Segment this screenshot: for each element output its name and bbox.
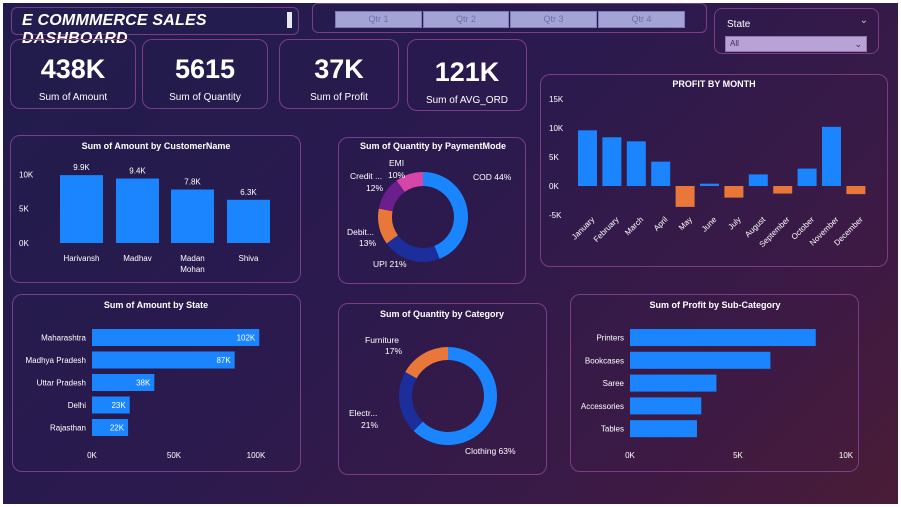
category-chart: Sum of Quantity by Category Clothing 63%…	[349, 309, 516, 456]
month-bar-december[interactable]	[846, 186, 866, 195]
month-bar-august[interactable]	[748, 174, 768, 186]
month-label-february: February	[592, 215, 621, 244]
cat-label-furniture: Furniture	[365, 335, 399, 345]
customer-data-label-harivansh: 9.9K	[73, 163, 90, 172]
category-slice-electr[interactable]	[399, 371, 423, 431]
subcategory-category-label-accessories: Accessories	[581, 402, 624, 411]
subcategory-category-label-printers: Printers	[596, 334, 624, 343]
month-ytick-5k: 5K	[549, 153, 559, 162]
state-xtick-0k: 0K	[87, 451, 97, 460]
month-bar-may[interactable]	[675, 186, 695, 207]
customer-chart-title: Sum of Amount by CustomerName	[82, 141, 231, 151]
pay-label-cod: COD 44%	[473, 172, 512, 182]
state-data-label-delhi: 23K	[111, 401, 126, 410]
month-bar-march[interactable]	[626, 141, 646, 186]
customer-ytick-0k: 0K	[19, 239, 29, 248]
pay-label-emi: EMI	[389, 158, 404, 168]
state-data-label-rajasthan: 22K	[110, 424, 125, 433]
subcategory-xtick-10k: 10K	[839, 451, 854, 460]
state-xtick-50k: 50K	[167, 451, 182, 460]
pay-label-credit: Credit ...	[350, 171, 382, 181]
subcategory-bar-bookcases[interactable]	[630, 351, 771, 369]
payment-slice-upi[interactable]	[386, 235, 440, 262]
payment-chart: Sum of Quantity by PaymentMode COD 44% U…	[347, 141, 512, 269]
pay-label-credit-pct: 12%	[366, 183, 383, 193]
pay-label-debit: Debit...	[347, 227, 374, 237]
subcategory-xtick-5k: 5K	[733, 451, 743, 460]
customer-category-label-madhav: Madhav	[123, 254, 151, 263]
payment-chart-title: Sum of Quantity by PaymentMode	[360, 141, 506, 151]
category-chart-title: Sum of Quantity by Category	[380, 309, 504, 319]
customer-bar-shiva[interactable]	[227, 199, 270, 243]
month-ytick-5k: -5K	[549, 211, 562, 220]
customer-data-label-madhav: 9.4K	[129, 167, 146, 176]
cat-label-furniture-pct: 17%	[385, 346, 402, 356]
customer-category-label-shiva: Shiva	[238, 254, 259, 263]
customer-bar-madhav[interactable]	[116, 178, 159, 243]
subcategory-bar-printers[interactable]	[630, 329, 816, 346]
state-xtick-100k: 100K	[247, 451, 266, 460]
payment-slice-cod[interactable]	[423, 172, 468, 259]
state-category-label-rajasthan: Rajasthan	[50, 424, 86, 433]
customer-category-label-madan-mohan: Madan	[180, 254, 204, 263]
subcategory-chart-title: Sum of Profit by Sub-Category	[649, 300, 780, 310]
subcategory-bar-accessories[interactable]	[630, 397, 702, 415]
subcategory-category-label-saree: Saree	[603, 379, 625, 388]
month-ytick-15k: 15K	[549, 95, 564, 104]
month-bar-june[interactable]	[700, 183, 719, 186]
month-label-june: June	[700, 215, 719, 234]
cat-label-electronics-pct: 21%	[361, 420, 378, 430]
subcategory-xtick-0k: 0K	[625, 451, 635, 460]
state-chart-title: Sum of Amount by State	[104, 300, 208, 310]
customer-ytick-5k: 5K	[19, 205, 29, 214]
customer-category-label-harivansh: Harivansh	[63, 254, 99, 263]
subcategory-bar-saree[interactable]	[630, 374, 717, 392]
subcategory-bar-tables[interactable]	[630, 420, 697, 438]
charts-layer: Sum of Amount by CustomerName 0K 5K 10K 9.9…	[19, 79, 866, 460]
month-ytick-0k: 0K	[549, 182, 559, 191]
subcategory-category-label-tables: Tables	[601, 425, 624, 434]
month-label-may: May	[677, 215, 694, 232]
month-label-july: July	[726, 215, 742, 231]
customer-data-label-madan-mohan: 7.8K	[184, 178, 201, 187]
month-bar-november[interactable]	[822, 126, 841, 186]
category-slice-furniture[interactable]	[405, 347, 448, 379]
state-category-label-uttar-pradesh: Uttar Pradesh	[37, 379, 86, 388]
pay-label-debit-pct: 13%	[359, 238, 376, 248]
month-label-march: March	[623, 215, 645, 237]
state-data-label-madhya-pradesh: 87K	[216, 356, 231, 365]
month-bar-january[interactable]	[578, 130, 597, 186]
state-bar-maharashtra[interactable]	[92, 329, 260, 346]
state-category-label-maharashtra: Maharashtra	[41, 334, 86, 343]
month-bar-september[interactable]	[773, 186, 793, 194]
month-ytick-10k: 10K	[549, 124, 564, 133]
cat-label-clothing: Clothing 63%	[465, 446, 516, 456]
dashboard: E COMMMERCE SALES DASHBOARD Qtr 1 Qtr 2 …	[3, 3, 898, 504]
customer-bar-madan-mohan[interactable]	[171, 189, 214, 243]
customer-ytick-10k: 10K	[19, 170, 34, 179]
month-chart: PROFIT BY MONTH -5K0K5K10K15KJanuaryFebr…	[549, 79, 866, 249]
month-bar-april[interactable]	[651, 161, 671, 186]
pay-label-emi-pct: 10%	[388, 170, 405, 180]
customer-category-label-madan-mohan-2: Mohan	[180, 265, 204, 274]
state-data-label-maharashtra: 102K	[237, 334, 256, 343]
state-category-label-delhi: Delhi	[68, 401, 86, 410]
subcategory-category-label-bookcases: Bookcases	[585, 356, 624, 365]
state-data-label-uttar-pradesh: 38K	[136, 379, 151, 388]
month-bar-october[interactable]	[797, 168, 817, 186]
state-bar-madhya-pradesh[interactable]	[92, 351, 235, 369]
state-category-label-madhya-pradesh: Madhya Pradesh	[26, 356, 86, 365]
customer-data-label-shiva: 6.3K	[240, 188, 257, 197]
customer-bar-harivansh[interactable]	[60, 175, 103, 243]
state-chart: Sum of Amount by State Maharashtra 102K Ma…	[26, 300, 266, 460]
month-label-april: April	[652, 215, 670, 233]
cat-label-electronics: Electr...	[349, 408, 377, 418]
month-bar-february[interactable]	[602, 137, 622, 186]
pay-label-upi: UPI 21%	[373, 259, 407, 269]
customer-chart: Sum of Amount by CustomerName 0K 5K 10K 9.9…	[19, 141, 270, 274]
subcategory-chart: Sum of Profit by Sub-Category Printers Bo…	[581, 300, 854, 460]
month-bar-july[interactable]	[724, 186, 744, 198]
month-chart-title: PROFIT BY MONTH	[672, 79, 755, 89]
